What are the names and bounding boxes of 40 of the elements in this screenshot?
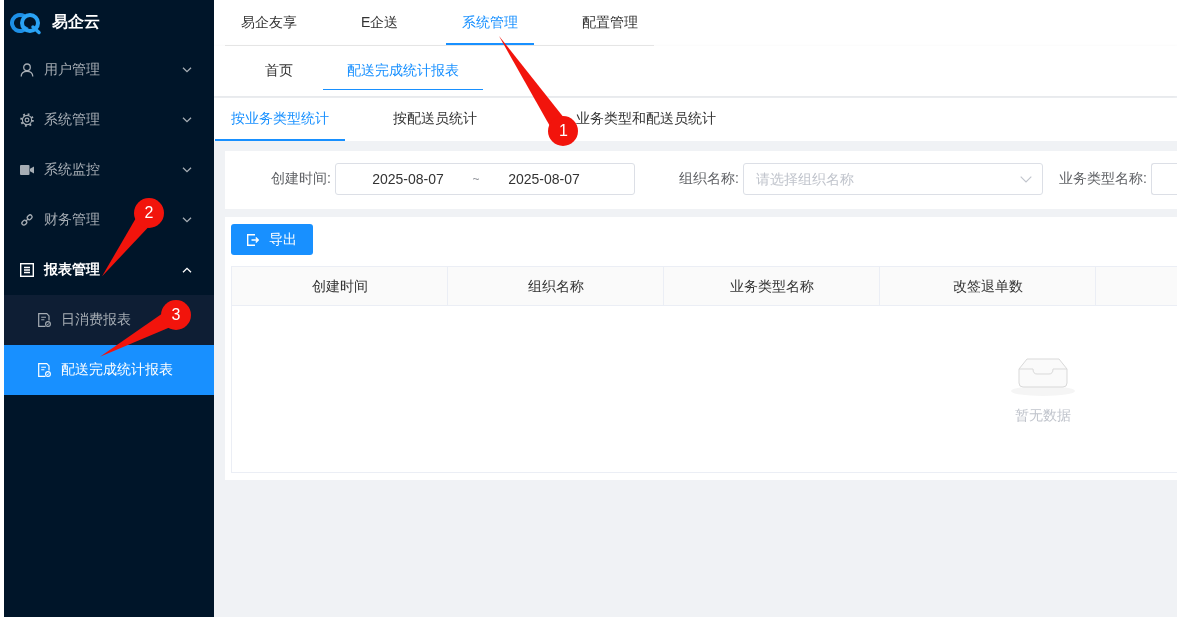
select-field[interactable]: 请选择组织名称 — [743, 163, 1043, 195]
empty-inbox-icon — [1011, 355, 1075, 396]
nav-tab[interactable]: 易企友享 — [225, 0, 313, 45]
filter-label: 业务类型名称: — [1059, 170, 1147, 188]
nav-tab[interactable]: E企送 — [345, 0, 415, 45]
logo-text: 易企云 — [52, 12, 100, 32]
user-icon — [20, 63, 34, 77]
end-date: 2025-08-07 — [507, 171, 581, 187]
nav-tab[interactable]: 配置管理 — [566, 0, 655, 45]
list-icon — [20, 263, 34, 277]
start-date: 2025-08-07 — [371, 171, 445, 187]
menu-item[interactable]: 报表管理 — [20, 261, 100, 279]
page-tab[interactable]: 首页 — [241, 52, 317, 90]
date-range-field[interactable]: 2025-08-07 ~ 2025-08-07 — [335, 163, 635, 195]
gear-icon — [20, 113, 34, 127]
link-icon — [20, 213, 34, 227]
input-field[interactable] — [1151, 163, 1177, 195]
video-camera-icon — [20, 165, 34, 175]
number-badge: 2 — [134, 198, 164, 228]
menu-item[interactable]: 用户管理 — [20, 61, 100, 79]
menu-item[interactable]: 财务管理 — [20, 211, 100, 229]
filter-label: 组织名称: — [679, 170, 739, 188]
empty-state-text: 暂无数据 — [1015, 407, 1071, 425]
chevron-down-icon — [1020, 176, 1032, 183]
column-header: 改签退单数 — [880, 267, 1096, 305]
column-header: 业务类型名称 — [664, 267, 880, 305]
report-tab[interactable]: 按配送员统计 — [377, 98, 493, 141]
document-icon — [38, 363, 51, 377]
column-header: 创建时间 — [232, 267, 448, 305]
report-tab[interactable]: 业务类型和配送员统计 — [576, 98, 732, 141]
number-badge: 3 — [161, 300, 191, 330]
submenu-item[interactable]: 日消费报表 — [38, 295, 131, 345]
filter-label: 创建时间: — [271, 170, 331, 188]
logo-icon — [10, 10, 42, 35]
column-header: 组织名称 — [448, 267, 664, 305]
menu-item[interactable]: 系统监控 — [20, 161, 100, 179]
range-separator: ~ — [471, 172, 481, 186]
document-icon — [38, 313, 51, 327]
menu-item[interactable]: 系统管理 — [20, 111, 100, 129]
export-icon — [247, 233, 259, 246]
